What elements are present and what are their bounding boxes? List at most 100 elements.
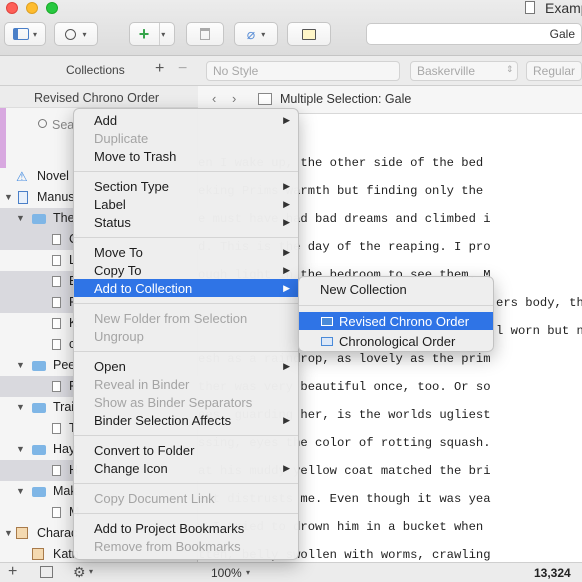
submenu-item-label: Revised Chrono Order bbox=[339, 313, 470, 329]
person-icon bbox=[32, 548, 44, 560]
character-icon bbox=[16, 527, 28, 539]
add-to-collection-submenu: New Collection Revised Chrono Order Chro… bbox=[298, 276, 494, 352]
submenu-arrow-icon: ▶ bbox=[283, 282, 290, 293]
weight-select[interactable]: Regular bbox=[526, 61, 582, 81]
view-layout-button[interactable]: ▾ bbox=[4, 22, 46, 46]
search-input-value: Gale bbox=[549, 27, 575, 41]
collection-icon bbox=[321, 336, 333, 346]
menu-item-label-submenu[interactable]: Label ▶ bbox=[74, 195, 298, 213]
submenu-item-new-collection[interactable]: New Collection bbox=[299, 280, 493, 298]
menu-item-duplicate: Duplicate bbox=[74, 129, 298, 147]
menu-item-open[interactable]: Open ▶ bbox=[74, 357, 298, 375]
menu-item-add[interactable]: Add ▶ bbox=[74, 111, 298, 129]
add-item-button[interactable]: + ▾ bbox=[129, 22, 175, 46]
menu-item-add-to-project-bookmarks[interactable]: Add to Project Bookmarks bbox=[74, 519, 298, 537]
collection-tab[interactable]: Revised Chrono Order bbox=[0, 86, 198, 108]
font-stepper-icon: ⇕ bbox=[506, 64, 514, 74]
warning-icon: ⚠ bbox=[16, 169, 28, 184]
add-folder-icon[interactable] bbox=[40, 566, 53, 578]
disclosure-down-icon: ▼ bbox=[4, 528, 13, 538]
doc-icon bbox=[52, 234, 61, 245]
notes-button[interactable] bbox=[287, 22, 331, 46]
menu-item-section-type[interactable]: Section Type ▶ bbox=[74, 177, 298, 195]
menu-item-status[interactable]: Status ▶ bbox=[74, 213, 298, 231]
submenu-arrow-icon: ▶ bbox=[283, 414, 290, 425]
binder-item-label: The bbox=[53, 211, 75, 225]
folder-icon bbox=[32, 214, 46, 224]
submenu-item-collection[interactable]: Chronological Order bbox=[299, 332, 493, 350]
doc-icon bbox=[52, 297, 61, 308]
collection-color-swatch-2 bbox=[0, 108, 6, 168]
menu-item-label: New Folder from Selection bbox=[94, 310, 248, 326]
menu-item-change-icon[interactable]: Change Icon ▶ bbox=[74, 459, 298, 477]
remove-collection-icon[interactable]: − bbox=[178, 60, 187, 78]
menu-item-label: Status bbox=[94, 214, 131, 230]
doc-icon bbox=[52, 276, 61, 287]
add-collection-icon[interactable]: + bbox=[155, 60, 164, 78]
word-count: 13,324 bbox=[534, 566, 571, 580]
menu-item-label: Copy Document Link bbox=[94, 490, 215, 506]
manuscript-icon bbox=[18, 191, 28, 204]
plus-icon: + bbox=[138, 24, 150, 44]
trash-button[interactable] bbox=[186, 22, 224, 46]
menu-item-label: Move to Trash bbox=[94, 148, 177, 164]
search-scope-button[interactable]: ▾ bbox=[54, 22, 98, 46]
gear-icon[interactable]: ⚙ bbox=[73, 564, 86, 581]
submenu-arrow-icon: ▶ bbox=[283, 264, 290, 275]
close-window-button[interactable] bbox=[6, 2, 18, 14]
menu-separator bbox=[74, 171, 298, 172]
search-icon bbox=[65, 28, 77, 40]
back-arrow-icon[interactable]: ‹ bbox=[212, 91, 216, 106]
binder-item-label: Trai bbox=[53, 400, 75, 414]
search-input[interactable]: Gale bbox=[366, 23, 582, 45]
binder-header-title: Collections bbox=[66, 63, 125, 77]
zoom-level[interactable]: 100% bbox=[211, 566, 242, 580]
disclosure-down-icon: ▼ bbox=[16, 213, 25, 223]
trash-icon bbox=[200, 28, 210, 40]
chevron-down-icon: ▾ bbox=[261, 29, 266, 39]
font-select[interactable]: Baskerville bbox=[410, 61, 518, 81]
menu-item-binder-selection-affects[interactable]: Binder Selection Affects ▶ bbox=[74, 411, 298, 429]
menu-item-move-to[interactable]: Move To ▶ bbox=[74, 243, 298, 261]
submenu-arrow-icon: ▶ bbox=[283, 180, 290, 191]
menu-item-add-to-collection[interactable]: Add to Collection ▶ bbox=[74, 279, 298, 297]
document-proxy-icon bbox=[525, 1, 535, 14]
minimize-window-button[interactable] bbox=[26, 2, 38, 14]
layout-icon bbox=[12, 28, 29, 40]
menu-item-label: Open bbox=[94, 358, 126, 374]
submenu-arrow-icon: ▶ bbox=[283, 360, 290, 371]
chevron-down-icon: ▾ bbox=[246, 568, 251, 577]
menu-item-label: Show as Binder Separators bbox=[94, 394, 253, 410]
menu-item-label: Add to Collection bbox=[94, 280, 193, 296]
style-select[interactable]: No Style bbox=[206, 61, 400, 81]
disclosure-down-icon: ▼ bbox=[16, 360, 25, 370]
menu-item-label: Ungroup bbox=[94, 328, 144, 344]
menu-item-copy-to[interactable]: Copy To ▶ bbox=[74, 261, 298, 279]
editor-line: l worn but no bbox=[496, 324, 582, 338]
doc-icon bbox=[52, 318, 61, 329]
menu-item-label: Section Type bbox=[94, 178, 169, 194]
menu-item-copy-document-link: Copy Document Link bbox=[74, 489, 298, 507]
doc-icon bbox=[52, 423, 61, 434]
folder-icon bbox=[32, 445, 46, 455]
menu-item-label: Convert to Folder bbox=[94, 442, 195, 458]
menu-item-move-to-trash[interactable]: Move to Trash bbox=[74, 147, 298, 165]
menu-item-convert-to-folder[interactable]: Convert to Folder bbox=[74, 441, 298, 459]
editor-header-title: Multiple Selection: Gale bbox=[280, 92, 412, 106]
forward-arrow-icon[interactable]: › bbox=[232, 91, 236, 106]
chevron-down-icon: ▾ bbox=[82, 29, 87, 39]
window-title: Examp bbox=[545, 0, 582, 16]
menu-separator bbox=[74, 303, 298, 304]
zoom-window-button[interactable] bbox=[46, 2, 58, 14]
menu-separator bbox=[299, 305, 493, 306]
menu-item-label: Add to Project Bookmarks bbox=[94, 520, 245, 536]
attach-button[interactable]: ⌀ ▾ bbox=[234, 22, 278, 46]
add-icon[interactable]: + bbox=[8, 563, 17, 581]
folder-icon bbox=[32, 403, 46, 413]
editor-line: ers body, the bbox=[496, 296, 582, 310]
menu-separator bbox=[74, 483, 298, 484]
submenu-item-collection[interactable]: Revised Chrono Order bbox=[299, 312, 493, 330]
doc-icon bbox=[52, 255, 61, 266]
doc-icon bbox=[52, 381, 61, 392]
doc-icon bbox=[52, 339, 61, 350]
